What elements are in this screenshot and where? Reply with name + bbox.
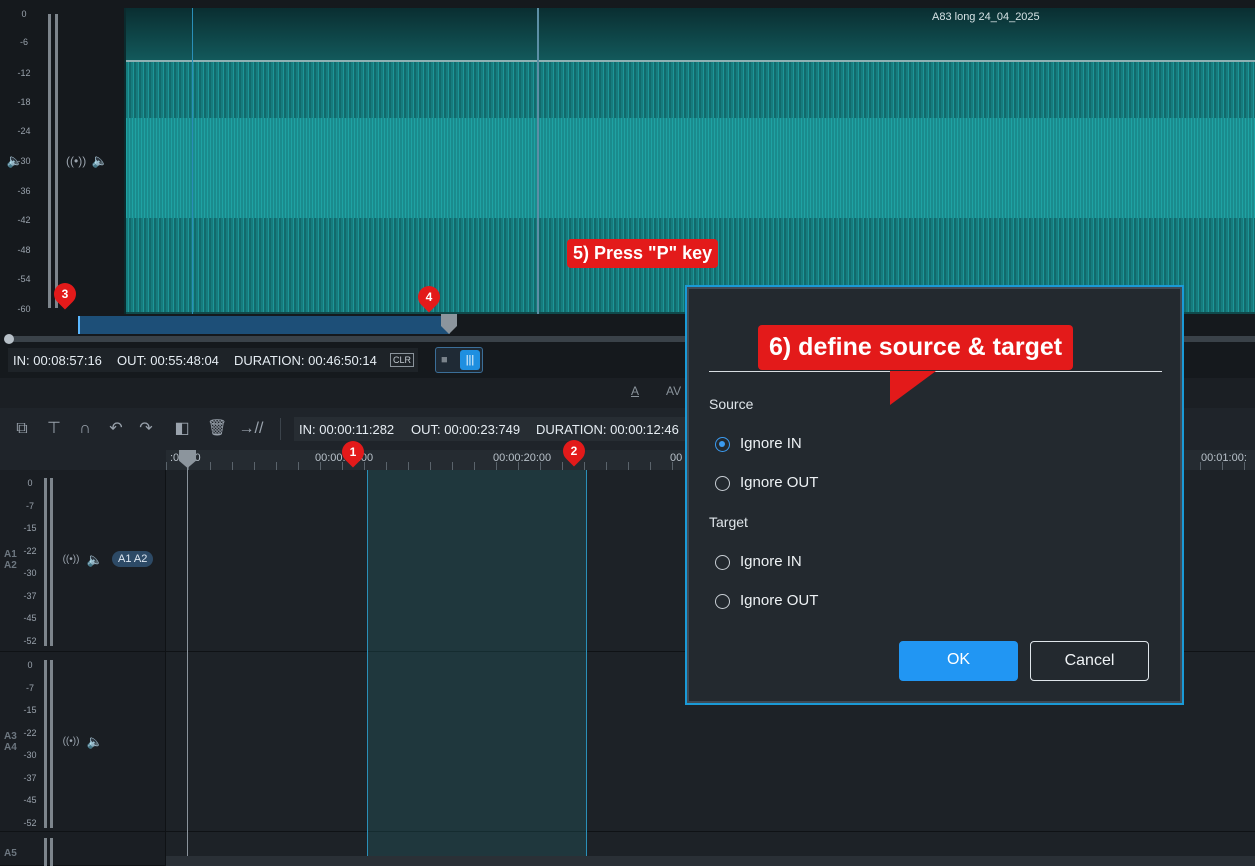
source-ignore-in-label[interactable]: Ignore IN — [740, 435, 802, 452]
level-meter-right — [55, 14, 58, 308]
source-heading: Source — [709, 396, 754, 412]
source-in-out-range[interactable] — [78, 316, 450, 334]
annotation-pin-3: 3 — [49, 278, 81, 310]
source-out-timecode: OUT: 00:55:48:04 — [117, 353, 219, 368]
overlay-av[interactable]: AV — [666, 384, 681, 398]
db-tick: -54 — [17, 274, 31, 284]
source-in-timecode: IN: 00:08:57:16 — [13, 353, 102, 368]
target-ignore-out-label[interactable]: Ignore OUT — [740, 592, 818, 609]
split-icon[interactable]: ◧ — [171, 420, 193, 438]
timeline-duration: DURATION: 00:00:12:46 — [536, 422, 679, 437]
redo-icon[interactable]: ↷ — [137, 420, 155, 438]
source-ignore-out-label[interactable]: Ignore OUT — [740, 474, 818, 491]
timeline-playhead[interactable] — [187, 452, 188, 866]
level-meter-left — [44, 838, 47, 866]
insert-icon[interactable]: ⊤ — [45, 420, 63, 438]
track-header: A3 A4 0 -7 -15 -22 -30 -37 -45 -52 ((•)) 🔈 — [0, 652, 166, 831]
video-audio-toggle[interactable]: ■ ||| — [435, 347, 483, 373]
speaker-icon[interactable]: 🔈 — [91, 152, 109, 170]
db-tick: -18 — [17, 97, 31, 107]
scrubber-handle[interactable] — [4, 334, 14, 344]
level-meter-left — [48, 14, 51, 308]
source-ignore-in-radio[interactable] — [715, 437, 730, 452]
db-tick: -42 — [17, 215, 31, 225]
overlay-a[interactable]: A — [631, 384, 639, 398]
track-label-top: A5 — [4, 848, 17, 859]
ruler-label: 00 — [670, 452, 683, 464]
db-tick: -36 — [17, 186, 31, 196]
track-header: A1 A2 0 -7 -15 -22 -30 -37 -45 -52 ((•)) 🔈 A1 A… — [0, 470, 166, 651]
annotation-pin-2: 2 — [558, 435, 590, 467]
timeline-in-out-range[interactable] — [367, 470, 587, 866]
level-meter-left — [44, 478, 47, 646]
track-db-scale: 0 -7 -15 -22 -30 -37 -45 -52 — [23, 478, 37, 646]
ok-button[interactable]: OK — [899, 641, 1018, 681]
target-heading: Target — [709, 514, 748, 530]
timeline-out-timecode: OUT: 00:00:23:749 — [411, 422, 521, 437]
db-tick: -60 — [17, 304, 31, 314]
annotation-pin-1: 1 — [337, 436, 369, 468]
track-label-top: A1 — [4, 549, 17, 560]
track-header: A5 — [0, 832, 166, 866]
ruler-label: 00:01:00: — [1201, 452, 1247, 464]
broadcast-icon[interactable]: ((•)) — [66, 152, 86, 170]
target-ignore-out-radio[interactable] — [715, 594, 730, 609]
speaker-icon[interactable]: 🔈 — [86, 733, 104, 751]
broadcast-icon[interactable]: ((•)) — [62, 551, 80, 569]
level-meter-right — [50, 478, 53, 646]
trash-icon[interactable]: 🗑 — [207, 420, 227, 438]
cancel-button[interactable]: Cancel — [1030, 641, 1149, 681]
timeline-in-timecode: IN: 00:00:11:282 — [299, 422, 395, 437]
trim-icon[interactable]: ⧉ — [13, 420, 31, 438]
level-meter-right — [50, 838, 53, 866]
db-tick: -48 — [17, 245, 31, 255]
speaker-icon[interactable]: 🔈 — [6, 152, 24, 170]
horizontal-scrollbar[interactable] — [166, 856, 1255, 866]
callout-define-source-target: 6) define source & target — [758, 325, 1074, 370]
speaker-icon[interactable]: 🔈 — [86, 551, 104, 569]
level-meter-right — [50, 660, 53, 828]
source-ignore-out-radio[interactable] — [715, 476, 730, 491]
callout-press-p: 5) Press "P" key — [567, 239, 719, 268]
db-tick: -12 — [17, 68, 31, 78]
level-meter-left — [44, 660, 47, 828]
ruler-label: 00:00:20:00 — [493, 452, 552, 464]
track-label-bottom: A2 — [4, 560, 17, 571]
ripple-icon[interactable]: →// — [238, 420, 264, 438]
track-label-bottom: A4 — [4, 742, 17, 753]
db-tick: -6 — [19, 37, 28, 47]
target-ignore-in-radio[interactable] — [715, 555, 730, 570]
audio-wave-icon[interactable]: ||| — [460, 350, 480, 370]
track-label-top: A3 — [4, 731, 17, 742]
broadcast-icon[interactable]: ((•)) — [62, 733, 80, 751]
db-tick: 0 — [21, 9, 27, 19]
track-patch-chip[interactable]: A1 A2 — [112, 551, 154, 567]
db-tick: -24 — [17, 126, 31, 136]
magnet-icon[interactable]: ∩ — [76, 420, 94, 438]
target-ignore-in-label[interactable]: Ignore IN — [740, 553, 802, 570]
source-duration: DURATION: 00:46:50:14 — [234, 353, 377, 368]
track-db-scale: 0 -7 -15 -22 -30 -37 -45 -52 — [23, 660, 37, 828]
annotation-pin-4: 4 — [413, 281, 445, 313]
clear-button[interactable]: CLR — [390, 353, 415, 367]
source-waveform[interactable]: A83 long 24_04_2025 — [124, 8, 1255, 314]
video-camera-icon[interactable]: ■ — [441, 354, 457, 366]
undo-icon[interactable]: ↶ — [107, 420, 125, 438]
clip-title: A83 long 24_04_2025 — [932, 11, 1040, 23]
